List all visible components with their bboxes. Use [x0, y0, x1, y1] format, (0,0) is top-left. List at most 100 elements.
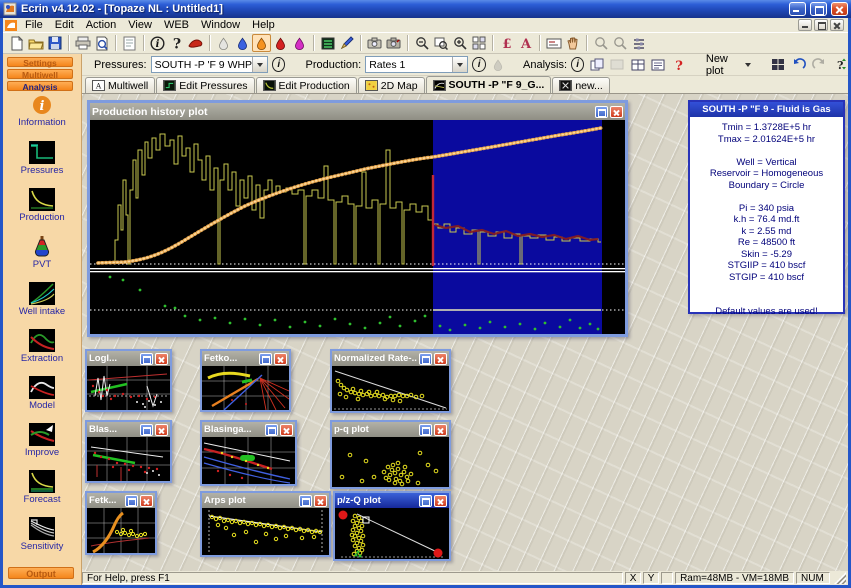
window-loglog-plot[interactable]: Logl...	[85, 349, 172, 412]
close-button[interactable]	[434, 353, 447, 365]
pz-q-plot-canvas[interactable]	[335, 508, 449, 559]
maximize-button[interactable]	[140, 353, 153, 365]
fetkovich2-plot-canvas[interactable]	[87, 508, 155, 553]
whats-this-icon[interactable]: ?	[831, 56, 848, 74]
scale-pound-icon[interactable]: £	[497, 34, 516, 52]
pressures-info-button[interactable]: i	[272, 57, 285, 72]
menu-edit[interactable]: Edit	[49, 19, 80, 31]
open-icon[interactable]	[26, 34, 45, 52]
maximize-button[interactable]	[419, 353, 432, 365]
tab-edit-pressures[interactable]: Edit Pressures	[156, 77, 254, 93]
window-blasingame-plot[interactable]: Blasinga...	[200, 420, 297, 486]
menu-window[interactable]: Window	[195, 19, 246, 31]
maximize-button[interactable]	[595, 106, 608, 118]
sidebar-item-forecast[interactable]: Forecast	[3, 470, 81, 517]
module-topaze-droplet-icon[interactable]	[252, 34, 271, 52]
zoom-window-icon[interactable]	[431, 34, 450, 52]
arps-plot-canvas[interactable]	[202, 508, 329, 555]
resize-grip[interactable]	[834, 572, 846, 584]
close-button[interactable]	[434, 424, 447, 436]
module-amethyste-droplet-icon[interactable]	[290, 34, 309, 52]
save-icon[interactable]	[45, 34, 64, 52]
zoom-in-icon[interactable]	[450, 34, 469, 52]
help-icon[interactable]: ?	[167, 34, 186, 52]
analysis-report-icon[interactable]	[650, 56, 667, 74]
production-history-plot-canvas[interactable]	[90, 120, 625, 334]
maximize-button[interactable]	[419, 495, 432, 507]
analysis-info-button[interactable]: i	[571, 57, 584, 72]
maximize-button[interactable]	[259, 353, 272, 365]
window-blasingame-small-plot[interactable]: Blas...	[85, 420, 172, 483]
pan-hand-icon[interactable]	[563, 34, 582, 52]
dropdown-arrow-icon[interactable]	[452, 57, 467, 72]
copy-analysis-icon[interactable]	[588, 56, 605, 74]
child-close-button[interactable]	[830, 19, 844, 31]
zoom-next-icon[interactable]	[610, 34, 629, 52]
sidebar-item-pressures[interactable]: Pressures	[3, 141, 81, 188]
sidebar-item-sensitivity[interactable]: Sensitivity	[3, 517, 81, 564]
close-button[interactable]	[155, 353, 168, 365]
stgiip-marker[interactable]	[434, 549, 443, 558]
window-arps-plot[interactable]: Arps plot	[200, 491, 331, 557]
sidebar-item-information[interactable]: i Information	[3, 94, 81, 141]
maximize-button[interactable]	[299, 495, 312, 507]
context-help-icon[interactable]	[186, 34, 205, 52]
undo-icon[interactable]	[790, 56, 807, 74]
tab-new[interactable]: new...	[552, 77, 609, 93]
blasingame-small-canvas[interactable]	[87, 437, 170, 481]
window-titlebar[interactable]: p/z-Q plot	[335, 493, 449, 508]
window-titlebar[interactable]: Fetko...	[202, 351, 289, 366]
module-rubis-droplet-icon[interactable]	[271, 34, 290, 52]
restore-button[interactable]	[810, 2, 827, 16]
window-titlebar[interactable]: Normalized Rate-...	[332, 351, 449, 366]
print-preview-icon[interactable]	[92, 34, 111, 52]
window-pz-q-plot[interactable]: p/z-Q plot	[333, 491, 451, 561]
module-gray-droplet-icon[interactable]	[214, 34, 233, 52]
analysis-table-icon[interactable]	[629, 56, 646, 74]
pressures-combobox[interactable]: SOUTH -P 'F 9 WHP	[151, 56, 268, 73]
sidebar-item-well-intake[interactable]: Well intake	[3, 282, 81, 329]
production-combobox[interactable]: Rates 1	[365, 56, 468, 73]
tile-plots-icon[interactable]	[770, 56, 787, 74]
window-fetkovich-plot[interactable]: Fetko...	[200, 349, 291, 412]
close-button[interactable]	[280, 424, 293, 436]
close-button[interactable]	[434, 495, 447, 507]
fetkovich-plot-canvas[interactable]	[202, 366, 289, 410]
menu-web[interactable]: WEB	[158, 19, 195, 31]
tab-south-p-f9[interactable]: SOUTH -P "F 9_G...	[426, 76, 552, 93]
data-list-icon[interactable]	[318, 34, 337, 52]
minimize-button[interactable]	[789, 2, 806, 16]
window-titlebar[interactable]: Arps plot	[202, 493, 329, 508]
window-titlebar[interactable]: Fetk...	[87, 493, 155, 508]
menu-help[interactable]: Help	[246, 19, 281, 31]
window-titlebar[interactable]: Blas...	[87, 422, 170, 437]
zoom-out-icon[interactable]	[412, 34, 431, 52]
maximize-button[interactable]	[419, 424, 432, 436]
normalized-rate-plot-canvas[interactable]	[332, 366, 449, 411]
scale-axes-icon[interactable]: A	[516, 34, 535, 52]
tab-2d-map[interactable]: 2D Map	[358, 77, 425, 93]
window-titlebar[interactable]: Blasinga...	[202, 422, 295, 437]
sidebar-item-improve[interactable]: Improve	[3, 423, 81, 470]
improve-help-icon[interactable]: ?	[670, 56, 687, 74]
zoom-prev-icon[interactable]	[591, 34, 610, 52]
close-button[interactable]	[831, 2, 848, 16]
maximize-button[interactable]	[125, 495, 138, 507]
close-button[interactable]	[274, 353, 287, 365]
menu-view[interactable]: View	[122, 19, 158, 31]
window-production-history[interactable]: Production history plot	[87, 100, 628, 337]
module-saphir-droplet-icon[interactable]	[233, 34, 252, 52]
menu-file[interactable]: File	[19, 19, 49, 31]
blasingame-plot-canvas[interactable]	[202, 437, 295, 484]
titlebar[interactable]: Ecrin v4.12.02 - [Topaze NL : Untitled1]	[0, 0, 851, 18]
sidebar-item-model[interactable]: Model	[3, 376, 81, 423]
print-icon[interactable]	[73, 34, 92, 52]
sidebar-item-pvt[interactable]: PVT	[3, 235, 81, 282]
edit-pen-icon[interactable]	[337, 34, 356, 52]
sidebar-button-multiwell[interactable]: Multiwell	[7, 69, 73, 79]
close-button[interactable]	[140, 495, 153, 507]
new-plot-dropdown-icon[interactable]	[745, 63, 751, 67]
fkey-box-icon[interactable]	[544, 34, 563, 52]
new-plot-button[interactable]: New plot	[702, 52, 755, 78]
display-options-icon[interactable]	[629, 34, 648, 52]
